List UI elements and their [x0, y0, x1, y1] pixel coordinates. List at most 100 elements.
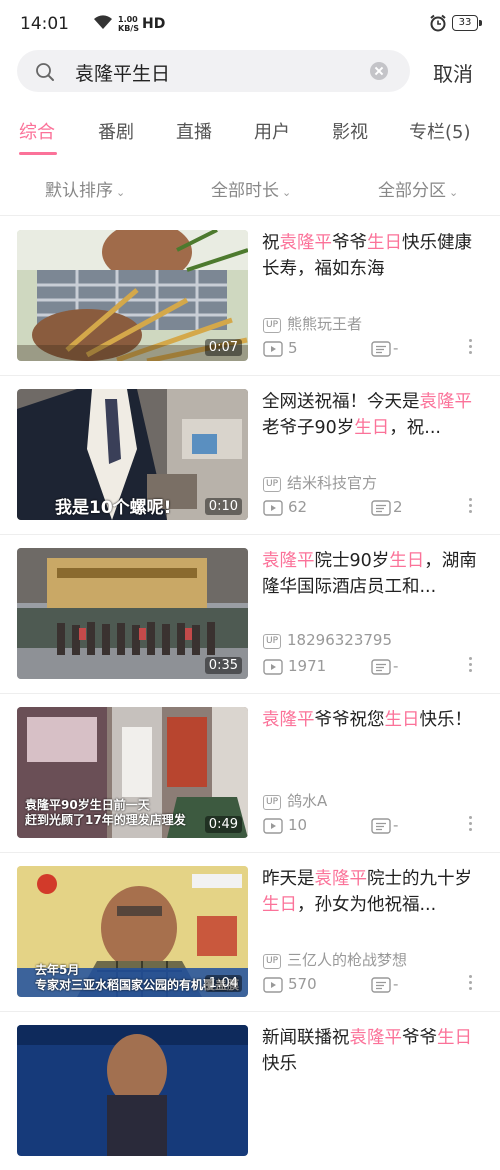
title-highlight: 袁隆平: [279, 233, 333, 253]
chevron-down-icon: ⌄: [449, 186, 459, 199]
play-count-icon: [263, 818, 283, 838]
video-title[interactable]: 全网送祝福！今天是袁隆平老爷子90岁生日，祝...: [262, 389, 482, 441]
thumbnail-caption: 我是10个螺呢!: [55, 498, 172, 518]
status-time: 14:01: [20, 14, 69, 34]
more-options-icon[interactable]: [469, 975, 473, 993]
video-thumbnail[interactable]: 我是10个螺呢! 0:10: [17, 389, 248, 520]
tab-users[interactable]: 用户: [254, 118, 290, 144]
thumbnail-caption: 袁隆平90岁生日前一天 赶到光顾了17年的理发店理发: [25, 798, 186, 827]
title-highlight: 生日: [384, 710, 420, 730]
title-highlight: 袁隆平: [262, 710, 315, 730]
cancel-button[interactable]: 取消: [433, 58, 473, 87]
active-tab-indicator: [19, 152, 57, 155]
danmaku-count: -: [393, 975, 399, 993]
video-title[interactable]: 袁隆平爷爷祝您生日快乐！: [262, 707, 482, 733]
more-options-icon[interactable]: [469, 657, 473, 675]
title-text: 爷爷: [402, 1028, 437, 1048]
tab-live[interactable]: 直播: [176, 118, 212, 144]
danmaku-count: -: [393, 339, 399, 357]
result-item[interactable]: 新闻联播祝袁隆平爷爷生日快乐: [0, 1011, 500, 1170]
more-options-icon[interactable]: [469, 816, 473, 834]
play-count-icon: [263, 341, 283, 361]
video-thumbnail[interactable]: 0:07: [17, 230, 248, 361]
sort-filter-label: 默认排序: [45, 181, 113, 201]
video-thumbnail[interactable]: 去年5月 专家对三亚水稻国家公园的有机覆盖膜 1:04: [17, 866, 248, 997]
title-text: ，孙女为他祝福...: [297, 895, 437, 915]
clear-icon[interactable]: [370, 62, 388, 80]
video-thumbnail[interactable]: [17, 1025, 248, 1156]
title-text: 院士90岁: [314, 551, 390, 571]
network-speed-value: 1.00: [118, 15, 138, 24]
tab-movies[interactable]: 影视: [332, 118, 368, 144]
title-highlight: 袁隆平: [419, 392, 473, 412]
tab-anime[interactable]: 番剧: [98, 118, 134, 144]
uploader-name: 熊熊玩王者: [287, 315, 363, 333]
up-badge-icon: UP: [263, 477, 282, 492]
title-text: 老爷子90岁: [262, 418, 355, 438]
danmaku-count: -: [393, 816, 399, 834]
more-options-icon[interactable]: [469, 498, 473, 516]
up-badge-icon: UP: [263, 954, 282, 969]
duration-filter[interactable]: 全部时长 ⌄: [211, 176, 291, 201]
title-text: 爷爷: [332, 233, 367, 253]
title-text: ，祝...: [389, 418, 441, 438]
title-text: 昨天是: [262, 869, 315, 889]
danmaku-count: 2: [393, 498, 403, 516]
uploader-row[interactable]: UP 三亿人的枪战梦想: [263, 949, 407, 970]
uploader-row[interactable]: UP 熊熊玩王者: [263, 313, 362, 334]
video-thumbnail[interactable]: 0:35: [17, 548, 248, 679]
network-speed-unit: KB/S: [118, 24, 139, 33]
play-count-icon: [263, 977, 283, 997]
stats-row: 1971 -: [263, 657, 483, 677]
danmaku-icon: [371, 818, 391, 838]
title-highlight: 袁隆平: [262, 551, 315, 571]
filter-bar: 默认排序 ⌄ 全部时长 ⌄ 全部分区 ⌄: [0, 165, 500, 216]
title-text: 新闻联播祝: [262, 1028, 350, 1048]
danmaku-icon: [371, 659, 391, 679]
chevron-down-icon: ⌄: [116, 186, 126, 199]
video-title[interactable]: 昨天是袁隆平院士的九十岁生日，孙女为他祝福...: [262, 866, 482, 918]
search-input[interactable]: 袁隆平生日: [17, 50, 410, 92]
chevron-down-icon: ⌄: [282, 186, 292, 199]
title-highlight: 袁隆平: [349, 1028, 403, 1048]
tab-articles[interactable]: 专栏(5): [409, 118, 471, 144]
video-duration: 0:10: [204, 498, 242, 515]
video-thumbnail[interactable]: 袁隆平90岁生日前一天 赶到光顾了17年的理发店理发 0:49: [17, 707, 248, 838]
result-item[interactable]: 0:07 祝袁隆平爷爷生日快乐健康长寿，福如东海 UP 熊熊玩王者 5 -: [0, 216, 500, 376]
uploader-row[interactable]: UP 18296323795: [263, 631, 392, 649]
title-highlight: 生日: [262, 895, 297, 915]
video-title[interactable]: 袁隆平院士90岁生日，湖南隆华国际酒店员工和...: [262, 548, 482, 600]
category-filter[interactable]: 全部分区 ⌄: [378, 176, 458, 201]
search-query[interactable]: 袁隆平生日: [75, 59, 170, 86]
tab-all[interactable]: 综合: [19, 118, 55, 144]
uploader-name: 18296323795: [287, 631, 392, 649]
title-text: 爷爷祝您: [314, 710, 385, 730]
search-icon: [35, 62, 55, 86]
video-title[interactable]: 新闻联播祝袁隆平爷爷生日快乐: [262, 1025, 482, 1077]
alarm-icon: [429, 14, 447, 36]
result-item[interactable]: 去年5月 专家对三亚水稻国家公园的有机覆盖膜 1:04 昨天是袁隆平院士的九十岁…: [0, 852, 500, 1012]
title-text: 快乐: [262, 1054, 297, 1074]
stats-row: 62 2: [263, 498, 483, 518]
hd-indicator: HD: [142, 16, 166, 32]
title-highlight: 生日: [389, 551, 425, 571]
result-item[interactable]: 0:35 袁隆平院士90岁生日，湖南隆华国际酒店员工和... UP 1829632…: [0, 534, 500, 694]
danmaku-icon: [371, 977, 391, 997]
view-count: 570: [288, 975, 317, 993]
result-item[interactable]: 我是10个螺呢! 0:10 全网送祝福！今天是袁隆平老爷子90岁生日，祝... …: [0, 375, 500, 535]
uploader-row[interactable]: UP 结米科技官方: [263, 472, 377, 493]
uploader-name: 鸽水A: [287, 792, 328, 810]
category-filter-label: 全部分区: [378, 181, 446, 201]
danmaku-icon: [371, 341, 391, 361]
title-text: 快乐！: [419, 710, 473, 730]
video-title[interactable]: 祝袁隆平爷爷生日快乐健康长寿，福如东海: [262, 230, 482, 282]
result-item[interactable]: 袁隆平90岁生日前一天 赶到光顾了17年的理发店理发 0:49 袁隆平爷爷祝您生…: [0, 693, 500, 853]
more-options-icon[interactable]: [469, 339, 473, 357]
uploader-row[interactable]: UP 鸽水A: [263, 790, 327, 811]
sort-filter[interactable]: 默认排序 ⌄: [45, 176, 125, 201]
view-count: 5: [288, 339, 298, 357]
up-badge-icon: UP: [263, 318, 282, 333]
view-count: 62: [288, 498, 308, 516]
title-text: 祝: [262, 233, 280, 253]
video-duration: 1:04: [204, 975, 242, 992]
